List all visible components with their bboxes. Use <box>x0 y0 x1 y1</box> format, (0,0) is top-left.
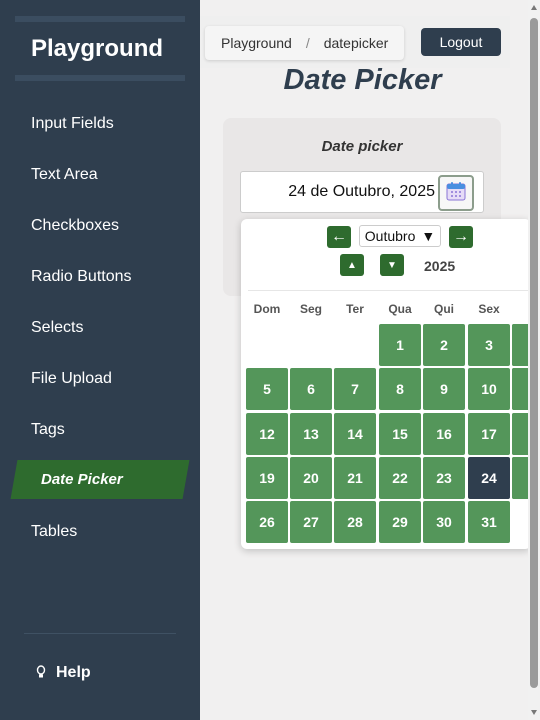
calendar-toggle-button[interactable] <box>438 175 474 211</box>
calendar-day[interactable]: 10 <box>468 368 510 410</box>
chevron-down-icon: ▼ <box>421 228 436 244</box>
calendar-day[interactable]: 27 <box>290 501 332 543</box>
scroll-up-arrow-icon[interactable] <box>531 5 537 10</box>
calendar-day[interactable]: 6 <box>290 368 332 410</box>
sidebar-item-selects[interactable]: Selects <box>31 319 83 337</box>
weekday-label: Dom <box>253 302 281 316</box>
weekday-label: Qui <box>434 302 454 316</box>
weekday-label: Seg <box>299 302 322 316</box>
sidebar-item-tags[interactable]: Tags <box>31 421 65 439</box>
calendar-day[interactable]: 23 <box>423 457 465 499</box>
year-up-button[interactable]: ▲ <box>340 254 364 276</box>
breadcrumb-home[interactable]: Playground <box>221 35 292 51</box>
sidebar-item-file-upload[interactable]: File Upload <box>31 370 112 388</box>
weekday-label: Sex <box>478 302 500 316</box>
calendar-day[interactable]: 22 <box>379 457 421 499</box>
calendar-day[interactable]: 30 <box>423 501 465 543</box>
help-link[interactable]: Help <box>36 664 91 682</box>
month-select[interactable]: Outubro ▼ <box>359 225 441 247</box>
calendar-day[interactable]: 14 <box>334 413 376 455</box>
brand-title[interactable]: Playground <box>31 35 163 63</box>
calendar-day[interactable]: 21 <box>334 457 376 499</box>
calendar-day[interactable]: 17 <box>468 413 510 455</box>
sidebar-item-input-fields[interactable]: Input Fields <box>31 115 114 133</box>
calendar-day[interactable]: 20 <box>290 457 332 499</box>
sidebar-divider <box>24 633 176 634</box>
sidebar-item-date-picker[interactable]: Date Picker <box>41 471 123 488</box>
help-label: Help <box>56 664 91 681</box>
scrollbar[interactable] <box>528 0 540 720</box>
brand-box: Playground <box>15 16 185 81</box>
calendar-day-selected[interactable]: 24 <box>468 457 510 499</box>
page-title: Date Picker <box>283 64 442 96</box>
breadcrumb-separator: / <box>305 35 310 51</box>
calendar-day[interactable]: 28 <box>334 501 376 543</box>
calendar-day[interactable]: 13 <box>290 413 332 455</box>
calendar-day[interactable]: 1 <box>379 324 421 366</box>
calendar-day[interactable]: 3 <box>468 324 510 366</box>
calendar-day[interactable]: 12 <box>246 413 288 455</box>
weekday-label: Qua <box>388 302 412 316</box>
calendar-day[interactable]: 9 <box>423 368 465 410</box>
prev-month-button[interactable]: ← <box>327 226 351 248</box>
sidebar-item-checkboxes[interactable]: Checkboxes <box>31 217 119 235</box>
calendar-day[interactable]: 26 <box>246 501 288 543</box>
lightbulb-icon <box>36 664 46 682</box>
calendar-day[interactable]: 2 <box>423 324 465 366</box>
breadcrumb: Playground / datepicker <box>205 26 405 60</box>
sidebar: Playground <box>0 0 200 720</box>
sidebar-item-text-area[interactable]: Text Area <box>31 166 98 184</box>
calendar-day[interactable]: 31 <box>468 501 510 543</box>
scroll-thumb[interactable] <box>530 18 538 688</box>
logout-button[interactable]: Logout <box>421 28 501 56</box>
sidebar-item-tables[interactable]: Tables <box>31 523 77 541</box>
calendar-day[interactable]: 29 <box>379 501 421 543</box>
calendar-day[interactable]: 7 <box>334 368 376 410</box>
year-down-button[interactable]: ▼ <box>380 254 404 276</box>
sidebar-item-radio-buttons[interactable]: Radio Buttons <box>31 268 132 286</box>
calendar-day[interactable]: 16 <box>423 413 465 455</box>
month-value: Outubro <box>364 228 416 244</box>
next-month-button[interactable]: → <box>449 226 473 248</box>
calendar-day[interactable]: 5 <box>246 368 288 410</box>
calendar-day[interactable]: 15 <box>379 413 421 455</box>
calendar-icon <box>446 181 466 206</box>
scroll-down-arrow-icon[interactable] <box>531 710 537 715</box>
year-label: 2025 <box>424 258 456 274</box>
card-title: Date picker <box>321 138 403 155</box>
calendar-day[interactable]: 19 <box>246 457 288 499</box>
weekday-label: Ter <box>346 302 364 316</box>
calendar-day[interactable]: 8 <box>379 368 421 410</box>
breadcrumb-current: datepicker <box>323 35 389 51</box>
calendar-divider <box>248 290 528 291</box>
